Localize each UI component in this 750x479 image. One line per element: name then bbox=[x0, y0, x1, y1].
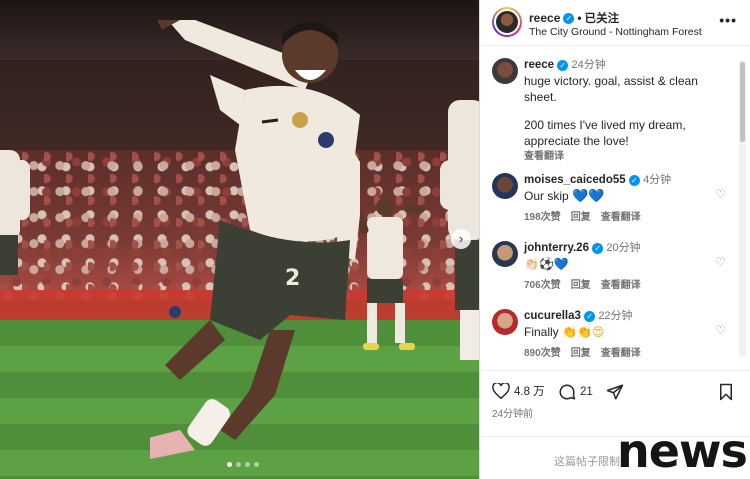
following-button[interactable]: 已关注 bbox=[585, 10, 620, 26]
svg-text:2: 2 bbox=[285, 266, 300, 291]
separator-dot: • bbox=[577, 11, 582, 25]
bookmark-icon[interactable] bbox=[718, 383, 734, 401]
comment-text-content: Finally bbox=[524, 325, 559, 339]
scrollbar-thumb[interactable] bbox=[740, 62, 745, 142]
avatar[interactable] bbox=[492, 58, 518, 84]
comment-time: 20分钟 bbox=[606, 242, 641, 254]
scrollbar[interactable] bbox=[739, 60, 746, 357]
player-background bbox=[355, 195, 425, 350]
translate-link[interactable]: 查看翻译 bbox=[524, 150, 564, 164]
comment-text-content: Our skip bbox=[524, 189, 569, 203]
avatar[interactable] bbox=[492, 7, 522, 37]
comment-time: 22分钟 bbox=[598, 310, 633, 322]
post-photo[interactable]: 2 › bbox=[0, 0, 479, 479]
comment-text: Finally 👏👏😍 bbox=[524, 325, 724, 339]
carousel-dot bbox=[227, 462, 232, 467]
author-username[interactable]: reece bbox=[529, 11, 560, 25]
player-celebrating: 2 bbox=[150, 20, 360, 459]
avatar[interactable] bbox=[492, 241, 518, 267]
clap-football-heart-icon: 👏🏻⚽💙 bbox=[524, 257, 569, 271]
verified-icon: ✓ bbox=[563, 12, 575, 24]
caption-line: huge victory. goal, assist & clean bbox=[524, 74, 698, 88]
comment-text: Our skip 💙💙 bbox=[524, 188, 724, 204]
carousel-dots bbox=[227, 462, 259, 467]
comments-list: reece ✓ 24分钟 huge victory. goal, assist … bbox=[480, 47, 742, 367]
translate-link[interactable]: 查看翻译 bbox=[601, 347, 641, 361]
player-left bbox=[0, 150, 30, 275]
news-watermark: news bbox=[617, 424, 748, 478]
comment-username[interactable]: cucurella3 bbox=[524, 310, 581, 322]
reply-link[interactable]: 回复 bbox=[571, 279, 591, 293]
like-count[interactable]: 198次赞 bbox=[524, 211, 561, 225]
translate-link[interactable]: 查看翻译 bbox=[601, 279, 641, 293]
share-icon[interactable] bbox=[606, 383, 624, 401]
comment-username[interactable]: moises_caicedo55 bbox=[524, 174, 626, 186]
verified-icon: ✓ bbox=[557, 60, 569, 71]
verified-icon: ✓ bbox=[592, 243, 604, 254]
caption-line: 200 times I've lived my dream, bbox=[524, 118, 686, 132]
caption-line: sheet. bbox=[524, 90, 557, 104]
comments-count[interactable]: 21 bbox=[580, 386, 593, 398]
save-action[interactable] bbox=[718, 383, 734, 401]
like-action[interactable]: 4.8 万 bbox=[492, 383, 545, 399]
like-count[interactable]: 706次赞 bbox=[524, 279, 561, 293]
comment-username[interactable]: johnterry.26 bbox=[524, 242, 589, 254]
post-author: reece ✓ • 已关注 bbox=[529, 10, 619, 26]
heart-icon[interactable] bbox=[492, 383, 510, 399]
comment-time: 4分钟 bbox=[643, 174, 672, 186]
heart-icon[interactable]: ♡ bbox=[715, 187, 726, 201]
post-sidebar: reece ✓ • 已关注 The City Ground - Nottingh… bbox=[479, 0, 750, 479]
verified-icon: ✓ bbox=[628, 175, 640, 186]
comment-text: 👏🏻⚽💙 bbox=[524, 257, 724, 271]
share-action[interactable] bbox=[606, 383, 624, 401]
carousel-dot bbox=[254, 462, 259, 467]
carousel-dot bbox=[245, 462, 250, 467]
more-icon[interactable]: ••• bbox=[719, 12, 737, 28]
avatar[interactable] bbox=[492, 173, 518, 199]
translate-link[interactable]: 查看翻译 bbox=[601, 211, 641, 225]
location-link[interactable]: The City Ground - Nottingham Forest bbox=[529, 26, 702, 38]
reply-link[interactable]: 回复 bbox=[571, 347, 591, 361]
avatar[interactable] bbox=[492, 309, 518, 335]
heart-icon[interactable]: ♡ bbox=[715, 323, 726, 337]
comment-icon[interactable] bbox=[558, 383, 576, 401]
carousel-dot bbox=[236, 462, 241, 467]
action-bar: 4.8 万 21 bbox=[480, 370, 750, 410]
like-count[interactable]: 890次赞 bbox=[524, 347, 561, 361]
chevron-right-icon[interactable]: › bbox=[451, 229, 471, 249]
heart-icon[interactable]: ♡ bbox=[715, 255, 726, 269]
post-header: reece ✓ • 已关注 The City Ground - Nottingh… bbox=[480, 0, 750, 46]
comment-action[interactable]: 21 bbox=[558, 383, 593, 401]
caption-time: 24分钟 bbox=[571, 59, 606, 71]
clap-heart-eyes-icon: 👏👏😍 bbox=[562, 325, 605, 339]
blue-heart-icon: 💙💙 bbox=[572, 188, 605, 203]
post-time: 24分钟前 bbox=[492, 409, 534, 420]
reply-link[interactable]: 回复 bbox=[571, 211, 591, 225]
caption-username[interactable]: reece bbox=[524, 59, 554, 71]
caption-line: appreciate the love! bbox=[524, 134, 629, 148]
likes-count[interactable]: 4.8 万 bbox=[514, 383, 545, 399]
verified-icon: ✓ bbox=[584, 311, 596, 322]
